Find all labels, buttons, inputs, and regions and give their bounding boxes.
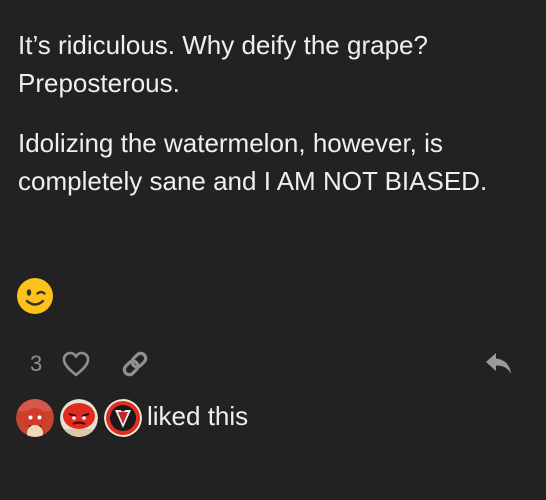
liker-avatar-1[interactable] [16, 399, 54, 437]
link-icon[interactable] [120, 349, 150, 379]
post-paragraph-1: It’s ridiculous. Why deify the grape? Pr… [18, 30, 428, 98]
liker-avatar-2[interactable] [60, 399, 98, 437]
like-count[interactable]: 3 [30, 351, 42, 377]
post-actions: 3 [0, 340, 546, 390]
reply-icon[interactable] [484, 351, 514, 377]
liked-this-label: liked this [147, 401, 249, 431]
post-content: It’s ridiculous. Why deify the grape? Pr… [18, 26, 533, 222]
wink-emoji-icon [16, 277, 54, 315]
likers-row: liked this [16, 399, 416, 437]
liker-avatar-3[interactable] [104, 399, 142, 437]
heart-icon[interactable] [61, 350, 91, 378]
post-paragraph-2: Idolizing the watermelon, however, is co… [18, 128, 488, 196]
post-view: { "post": { "paragraphs": [ "It’s ridicu… [0, 0, 546, 500]
